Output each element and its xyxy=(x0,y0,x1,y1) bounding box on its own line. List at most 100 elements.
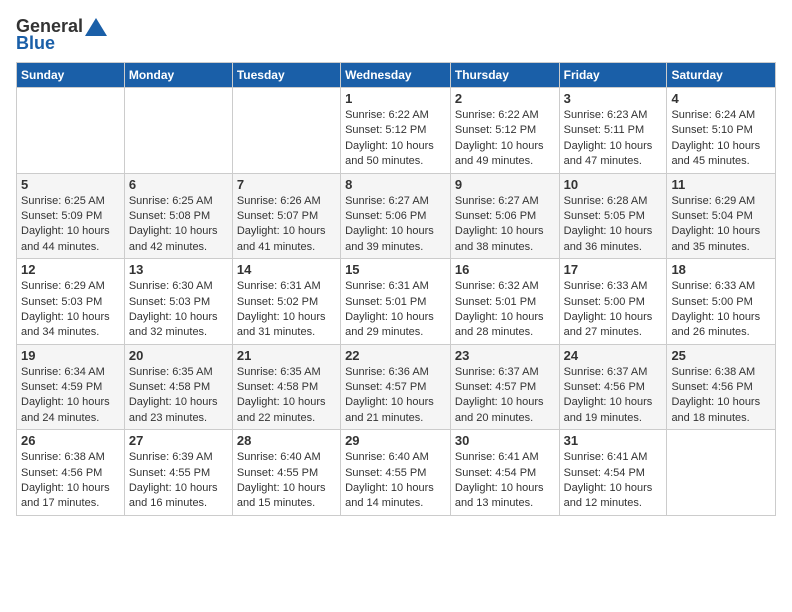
day-number: 13 xyxy=(129,262,228,277)
day-info: Sunrise: 6:31 AM Sunset: 5:01 PM Dayligh… xyxy=(345,279,446,341)
weekday-header-cell: Saturday xyxy=(667,63,776,88)
calendar-cell xyxy=(17,88,125,174)
day-number: 10 xyxy=(564,177,663,192)
calendar-cell xyxy=(232,88,340,174)
calendar-cell: 26Sunrise: 6:38 AM Sunset: 4:56 PM Dayli… xyxy=(17,430,125,516)
day-info: Sunrise: 6:32 AM Sunset: 5:01 PM Dayligh… xyxy=(455,279,555,341)
calendar-body: 1Sunrise: 6:22 AM Sunset: 5:12 PM Daylig… xyxy=(17,88,776,516)
calendar-cell: 2Sunrise: 6:22 AM Sunset: 5:12 PM Daylig… xyxy=(450,88,559,174)
day-number: 25 xyxy=(671,348,771,363)
weekday-header-cell: Wednesday xyxy=(341,63,451,88)
logo: General Blue xyxy=(16,16,107,54)
weekday-header-row: SundayMondayTuesdayWednesdayThursdayFrid… xyxy=(17,63,776,88)
day-number: 6 xyxy=(129,177,228,192)
calendar-cell: 15Sunrise: 6:31 AM Sunset: 5:01 PM Dayli… xyxy=(341,259,451,345)
calendar-cell: 20 Sunrise: 6:35 AM Sunset: 4:58 PM Dayli… xyxy=(124,344,232,430)
calendar-week-row: 5Sunrise: 6:25 AM Sunset: 5:09 PM Daylig… xyxy=(17,173,776,259)
day-info: Sunrise: 6:37 AM Sunset: 4:57 PM Dayligh… xyxy=(455,365,555,427)
day-number: 20 xyxy=(129,348,228,363)
day-info: Sunrise: 6:26 AM Sunset: 5:07 PM Dayligh… xyxy=(237,194,336,256)
calendar-cell: 10 Sunrise: 6:28 AM Sunset: 5:05 PM Dayli… xyxy=(559,173,667,259)
calendar-cell: 1Sunrise: 6:22 AM Sunset: 5:12 PM Daylig… xyxy=(341,88,451,174)
day-info: Sunrise: 6:29 AM Sunset: 5:04 PM Dayligh… xyxy=(671,194,771,256)
logo-blue-text: Blue xyxy=(16,33,55,54)
day-number: 21 xyxy=(237,348,336,363)
day-info: Sunrise: 6:35 AM Sunset: 4:58 PM Dayligh… xyxy=(129,365,228,427)
day-number: 30 xyxy=(455,433,555,448)
day-info: Sunrise: 6:27 AM Sunset: 5:06 PM Dayligh… xyxy=(345,194,446,256)
calendar-cell: 19 Sunrise: 6:34 AM Sunset: 4:59 PM Dayli… xyxy=(17,344,125,430)
calendar-cell: 25 Sunrise: 6:38 AM Sunset: 4:56 PM Dayli… xyxy=(667,344,776,430)
calendar-cell xyxy=(124,88,232,174)
day-info: Sunrise: 6:24 AM Sunset: 5:10 PM Dayligh… xyxy=(671,108,771,170)
weekday-header-cell: Thursday xyxy=(450,63,559,88)
day-info: Sunrise: 6:22 AM Sunset: 5:12 PM Dayligh… xyxy=(345,108,446,170)
calendar-cell: 17 Sunrise: 6:33 AM Sunset: 5:00 PM Dayli… xyxy=(559,259,667,345)
day-number: 9 xyxy=(455,177,555,192)
calendar-cell: 11 Sunrise: 6:29 AM Sunset: 5:04 PM Dayli… xyxy=(667,173,776,259)
day-info: Sunrise: 6:40 AM Sunset: 4:55 PM Dayligh… xyxy=(237,450,336,512)
day-info: Sunrise: 6:28 AM Sunset: 5:05 PM Dayligh… xyxy=(564,194,663,256)
day-info: Sunrise: 6:40 AM Sunset: 4:55 PM Dayligh… xyxy=(345,450,446,512)
day-info: Sunrise: 6:35 AM Sunset: 4:58 PM Dayligh… xyxy=(237,365,336,427)
calendar-cell: 22Sunrise: 6:36 AM Sunset: 4:57 PM Dayli… xyxy=(341,344,451,430)
calendar-cell: 13 Sunrise: 6:30 AM Sunset: 5:03 PM Dayli… xyxy=(124,259,232,345)
day-number: 17 xyxy=(564,262,663,277)
day-info: Sunrise: 6:31 AM Sunset: 5:02 PM Dayligh… xyxy=(237,279,336,341)
day-number: 8 xyxy=(345,177,446,192)
day-number: 24 xyxy=(564,348,663,363)
calendar-cell: 9 Sunrise: 6:27 AM Sunset: 5:06 PM Daylig… xyxy=(450,173,559,259)
calendar-week-row: 1Sunrise: 6:22 AM Sunset: 5:12 PM Daylig… xyxy=(17,88,776,174)
day-number: 3 xyxy=(564,91,663,106)
day-info: Sunrise: 6:33 AM Sunset: 5:00 PM Dayligh… xyxy=(564,279,663,341)
calendar-table: SundayMondayTuesdayWednesdayThursdayFrid… xyxy=(16,62,776,516)
calendar-week-row: 26Sunrise: 6:38 AM Sunset: 4:56 PM Dayli… xyxy=(17,430,776,516)
day-number: 2 xyxy=(455,91,555,106)
day-number: 19 xyxy=(21,348,120,363)
day-info: Sunrise: 6:23 AM Sunset: 5:11 PM Dayligh… xyxy=(564,108,663,170)
day-number: 28 xyxy=(237,433,336,448)
calendar-cell: 8 Sunrise: 6:27 AM Sunset: 5:06 PM Daylig… xyxy=(341,173,451,259)
day-number: 14 xyxy=(237,262,336,277)
day-info: Sunrise: 6:41 AM Sunset: 4:54 PM Dayligh… xyxy=(564,450,663,512)
calendar-cell: 23 Sunrise: 6:37 AM Sunset: 4:57 PM Dayli… xyxy=(450,344,559,430)
calendar-week-row: 19 Sunrise: 6:34 AM Sunset: 4:59 PM Dayli… xyxy=(17,344,776,430)
calendar-cell: 29Sunrise: 6:40 AM Sunset: 4:55 PM Dayli… xyxy=(341,430,451,516)
day-info: Sunrise: 6:38 AM Sunset: 4:56 PM Dayligh… xyxy=(671,365,771,427)
day-number: 27 xyxy=(129,433,228,448)
day-info: Sunrise: 6:33 AM Sunset: 5:00 PM Dayligh… xyxy=(671,279,771,341)
day-number: 7 xyxy=(237,177,336,192)
weekday-header-cell: Tuesday xyxy=(232,63,340,88)
calendar-week-row: 12 Sunrise: 6:29 AM Sunset: 5:03 PM Dayli… xyxy=(17,259,776,345)
calendar-cell: 31 Sunrise: 6:41 AM Sunset: 4:54 PM Dayli… xyxy=(559,430,667,516)
calendar-cell: 28 Sunrise: 6:40 AM Sunset: 4:55 PM Dayli… xyxy=(232,430,340,516)
day-number: 23 xyxy=(455,348,555,363)
calendar-cell: 3 Sunrise: 6:23 AM Sunset: 5:11 PM Daylig… xyxy=(559,88,667,174)
calendar-cell: 4 Sunrise: 6:24 AM Sunset: 5:10 PM Daylig… xyxy=(667,88,776,174)
calendar-cell: 5Sunrise: 6:25 AM Sunset: 5:09 PM Daylig… xyxy=(17,173,125,259)
day-info: Sunrise: 6:36 AM Sunset: 4:57 PM Dayligh… xyxy=(345,365,446,427)
calendar-cell: 30 Sunrise: 6:41 AM Sunset: 4:54 PM Dayli… xyxy=(450,430,559,516)
day-number: 4 xyxy=(671,91,771,106)
weekday-header-cell: Sunday xyxy=(17,63,125,88)
day-info: Sunrise: 6:29 AM Sunset: 5:03 PM Dayligh… xyxy=(21,279,120,341)
calendar-cell: 7 Sunrise: 6:26 AM Sunset: 5:07 PM Daylig… xyxy=(232,173,340,259)
day-number: 11 xyxy=(671,177,771,192)
day-info: Sunrise: 6:27 AM Sunset: 5:06 PM Dayligh… xyxy=(455,194,555,256)
weekday-header-cell: Monday xyxy=(124,63,232,88)
day-info: Sunrise: 6:41 AM Sunset: 4:54 PM Dayligh… xyxy=(455,450,555,512)
day-number: 12 xyxy=(21,262,120,277)
day-info: Sunrise: 6:39 AM Sunset: 4:55 PM Dayligh… xyxy=(129,450,228,512)
calendar-cell: 6Sunrise: 6:25 AM Sunset: 5:08 PM Daylig… xyxy=(124,173,232,259)
calendar-cell: 24 Sunrise: 6:37 AM Sunset: 4:56 PM Dayli… xyxy=(559,344,667,430)
day-info: Sunrise: 6:37 AM Sunset: 4:56 PM Dayligh… xyxy=(564,365,663,427)
day-info: Sunrise: 6:34 AM Sunset: 4:59 PM Dayligh… xyxy=(21,365,120,427)
day-number: 18 xyxy=(671,262,771,277)
weekday-header-cell: Friday xyxy=(559,63,667,88)
day-number: 26 xyxy=(21,433,120,448)
calendar-cell: 12 Sunrise: 6:29 AM Sunset: 5:03 PM Dayli… xyxy=(17,259,125,345)
day-number: 31 xyxy=(564,433,663,448)
day-number: 16 xyxy=(455,262,555,277)
day-info: Sunrise: 6:30 AM Sunset: 5:03 PM Dayligh… xyxy=(129,279,228,341)
calendar-cell: 27 Sunrise: 6:39 AM Sunset: 4:55 PM Dayli… xyxy=(124,430,232,516)
